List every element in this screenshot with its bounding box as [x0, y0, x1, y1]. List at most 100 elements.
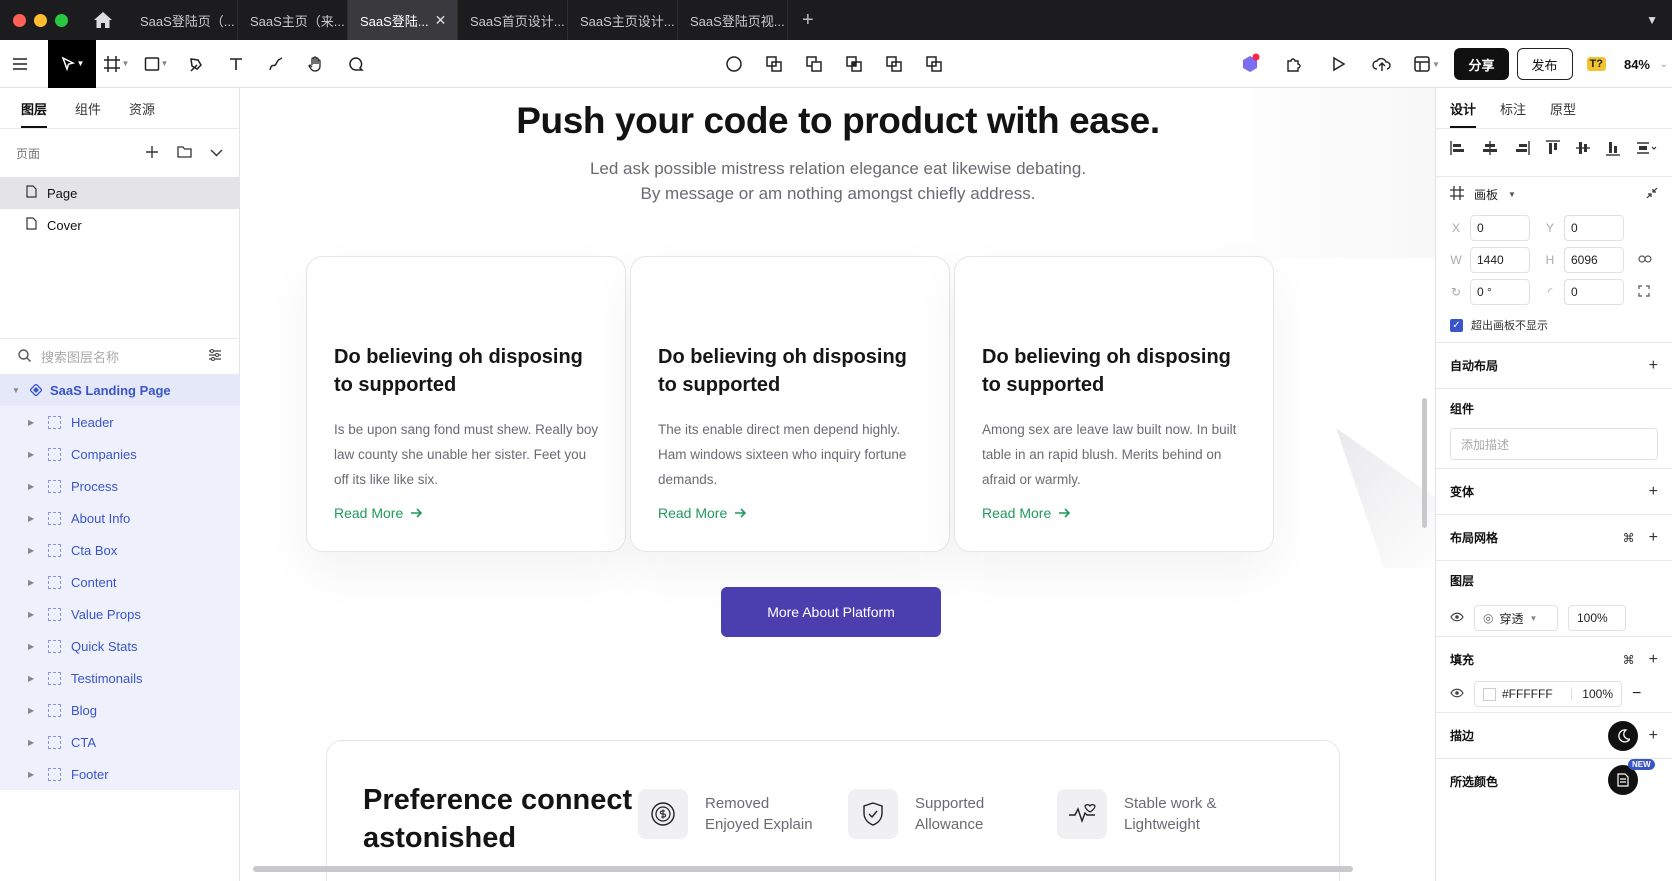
- tab-item[interactable]: SaaS登陆页（...: [128, 0, 238, 40]
- connector-tool-icon[interactable]: [256, 40, 296, 88]
- hand-tool-icon[interactable]: [296, 40, 336, 88]
- blend-mode-dropdown[interactable]: ◎ 穿透 ▼: [1474, 605, 1558, 631]
- add-grid-icon[interactable]: +: [1649, 529, 1658, 547]
- align-center-h-icon[interactable]: [1482, 141, 1498, 160]
- filter-icon[interactable]: [208, 349, 222, 364]
- add-variant-icon[interactable]: +: [1649, 483, 1658, 501]
- layer-item[interactable]: ▶ Footer: [0, 758, 240, 790]
- theme-toggle-button[interactable]: [1608, 721, 1638, 751]
- move-tool-button[interactable]: ▼: [48, 39, 96, 88]
- expand-arrow-icon[interactable]: ▶: [28, 738, 38, 747]
- expand-arrow-icon[interactable]: ▼: [12, 386, 22, 395]
- pen-tool-icon[interactable]: [176, 40, 216, 88]
- expand-arrow-icon[interactable]: ▶: [28, 642, 38, 651]
- y-input[interactable]: 0: [1564, 215, 1624, 241]
- independent-corners-icon[interactable]: [1638, 284, 1650, 300]
- expand-arrow-icon[interactable]: ▶: [28, 674, 38, 683]
- layer-item[interactable]: ▶ Process: [0, 470, 240, 502]
- align-right-icon[interactable]: [1514, 141, 1530, 160]
- read-more-link[interactable]: Read More: [334, 505, 423, 521]
- layer-item[interactable]: ▶ Value Props: [0, 598, 240, 630]
- add-fill-icon[interactable]: +: [1649, 651, 1658, 669]
- expand-arrow-icon[interactable]: ▶: [28, 482, 38, 491]
- exclude-icon[interactable]: [880, 40, 908, 88]
- tab-item[interactable]: SaaS主页（来...: [238, 0, 348, 40]
- shrink-icon[interactable]: [1646, 187, 1658, 202]
- distribute-icon[interactable]: [1636, 141, 1658, 160]
- eye-icon[interactable]: [1450, 611, 1464, 625]
- maximize-window-button[interactable]: [55, 13, 68, 27]
- add-page-icon[interactable]: [145, 145, 159, 162]
- menu-icon[interactable]: [0, 40, 40, 88]
- new-tab-icon[interactable]: +: [802, 9, 814, 32]
- read-more-link[interactable]: Read More: [982, 505, 1071, 521]
- tab-item[interactable]: SaaS主页设计...: [568, 0, 678, 40]
- corner-radius-input[interactable]: 0: [1564, 279, 1624, 305]
- layer-item[interactable]: ▶ CTA: [0, 726, 240, 758]
- expand-arrow-icon[interactable]: ▶: [28, 578, 38, 587]
- tab-item[interactable]: SaaS首页设计...: [458, 0, 568, 40]
- add-auto-layout-icon[interactable]: +: [1649, 357, 1658, 375]
- frame-tool-button[interactable]: ▼: [96, 40, 136, 88]
- zoom-level[interactable]: 84%: [1624, 57, 1650, 72]
- subtract-icon[interactable]: [800, 40, 828, 88]
- clip-content-row[interactable]: ✓ 超出画板不显示: [1436, 308, 1672, 342]
- font-missing-badge[interactable]: T?: [1586, 57, 1606, 71]
- folder-icon[interactable]: [177, 145, 192, 161]
- zoom-chevron-icon[interactable]: ⌄: [1656, 40, 1672, 88]
- feature-card[interactable]: Do believing oh disposing to supported T…: [630, 256, 950, 552]
- tab-item-active[interactable]: SaaS登陆... ✕: [348, 0, 458, 40]
- design-canvas[interactable]: Push your code to product with ease. Led…: [241, 88, 1435, 881]
- layer-item[interactable]: ▶ Cta Box: [0, 534, 240, 566]
- close-tab-icon[interactable]: ✕: [435, 12, 447, 29]
- ellipse-icon[interactable]: [720, 40, 748, 88]
- tab-design[interactable]: 设计: [1450, 99, 1477, 128]
- minimize-window-button[interactable]: [34, 13, 47, 27]
- expand-arrow-icon[interactable]: ▶: [28, 418, 38, 427]
- feature-card[interactable]: Do believing oh disposing to supported I…: [306, 256, 626, 552]
- clip-content-checkbox[interactable]: ✓: [1450, 318, 1463, 332]
- tab-layers[interactable]: 图层: [21, 99, 48, 128]
- layer-item[interactable]: ▶ Blog: [0, 694, 240, 726]
- text-tool-icon[interactable]: [216, 40, 256, 88]
- upload-cloud-icon[interactable]: [1360, 40, 1404, 88]
- expand-arrow-icon[interactable]: ▶: [28, 514, 38, 523]
- comment-tool-icon[interactable]: [336, 40, 376, 88]
- align-top-icon[interactable]: [1546, 140, 1560, 161]
- plugin-icon[interactable]: [1272, 40, 1316, 88]
- intersect-icon[interactable]: [840, 40, 868, 88]
- ai-assistant-icon[interactable]: [1228, 40, 1272, 88]
- constrain-proportions-icon[interactable]: [1638, 253, 1652, 267]
- width-input[interactable]: 1440: [1470, 247, 1530, 273]
- expand-arrow-icon[interactable]: ▶: [28, 546, 38, 555]
- tab-menu-chevron-icon[interactable]: ▼: [1646, 13, 1658, 27]
- horizontal-scrollbar[interactable]: [253, 866, 1353, 872]
- tab-annotate[interactable]: 标注: [1500, 99, 1526, 118]
- layer-item[interactable]: ▶ Quick Stats: [0, 630, 240, 662]
- fill-color-input[interactable]: #FFFFFF 100%: [1474, 681, 1622, 707]
- close-window-button[interactable]: [13, 13, 26, 27]
- tab-prototype[interactable]: 原型: [1550, 99, 1576, 118]
- rectangle-tool-button[interactable]: ▼: [136, 40, 176, 88]
- layer-item[interactable]: ▶ About Info: [0, 502, 240, 534]
- x-input[interactable]: 0: [1470, 215, 1530, 241]
- feature-card[interactable]: Do believing oh disposing to supported A…: [954, 256, 1274, 552]
- align-left-icon[interactable]: [1450, 141, 1466, 160]
- flatten-icon[interactable]: [920, 40, 948, 88]
- layer-item[interactable]: ▶ Companies: [0, 438, 240, 470]
- frame-type-dropdown[interactable]: 画板: [1474, 186, 1498, 203]
- component-description-input[interactable]: 添加描述: [1450, 428, 1658, 460]
- tab-item[interactable]: SaaS登陆页视...: [678, 0, 788, 40]
- fill-styles-icon[interactable]: ⌘: [1623, 653, 1635, 667]
- value-props-section[interactable]: Preference connect astonished Removed Enj…: [326, 740, 1340, 881]
- expand-arrow-icon[interactable]: ▶: [28, 450, 38, 459]
- eye-icon[interactable]: [1450, 687, 1464, 701]
- page-item-cover[interactable]: Cover: [0, 209, 239, 241]
- page-item-page[interactable]: Page: [0, 177, 239, 209]
- height-input[interactable]: 6096: [1564, 247, 1624, 273]
- play-icon[interactable]: [1316, 40, 1360, 88]
- expand-arrow-icon[interactable]: ▶: [28, 610, 38, 619]
- union-icon[interactable]: [760, 40, 788, 88]
- vertical-scrollbar[interactable]: [1422, 398, 1427, 528]
- remove-fill-icon[interactable]: −: [1632, 685, 1641, 703]
